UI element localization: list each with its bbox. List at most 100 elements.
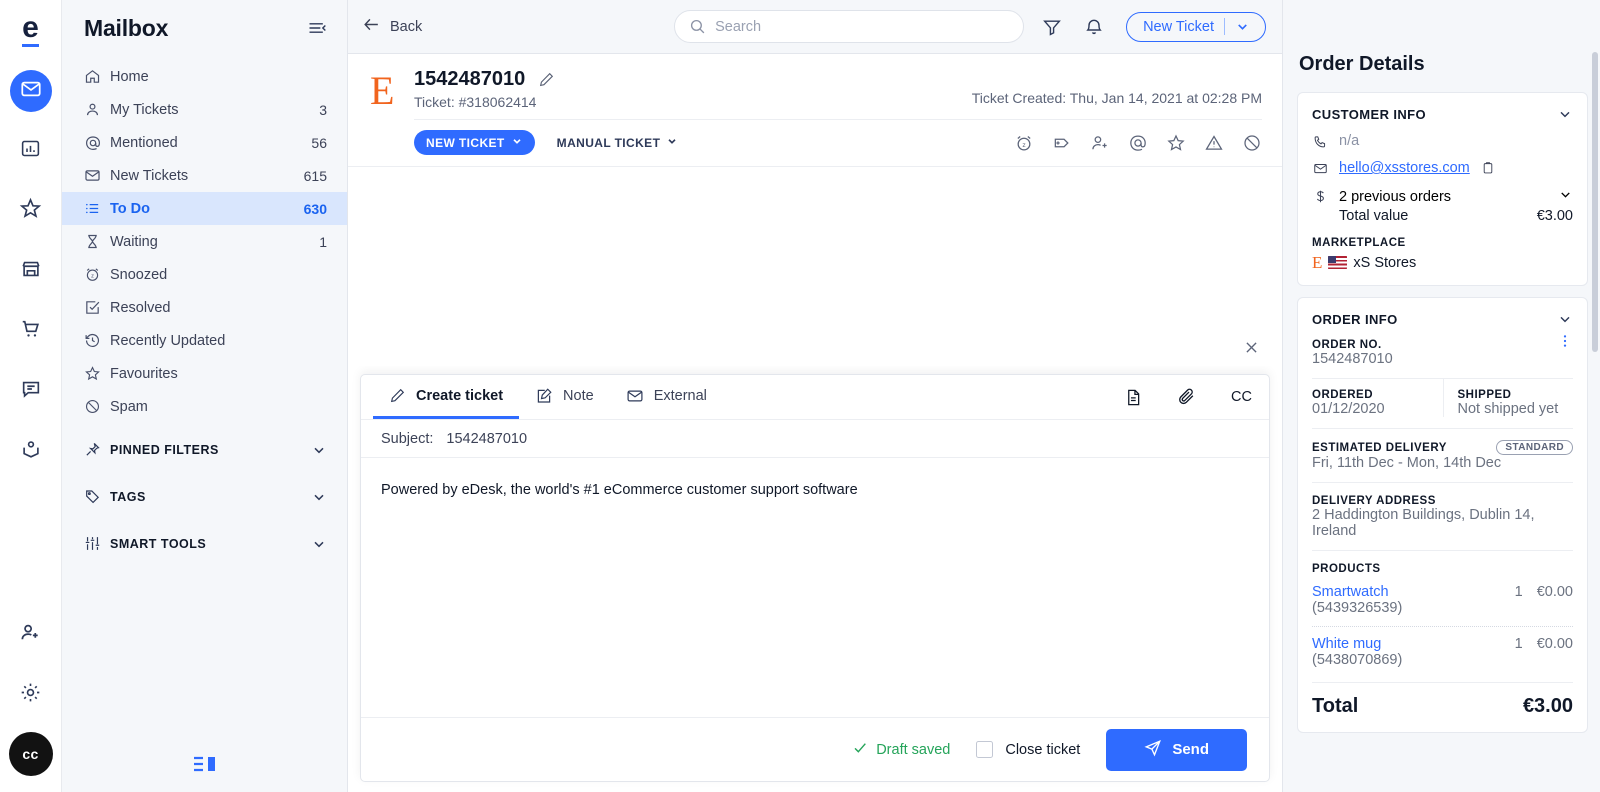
- sidebar-item-snoozed[interactable]: z Snoozed: [62, 258, 347, 291]
- cc-toggle[interactable]: CC: [1214, 375, 1269, 419]
- shipped-label: SHIPPED: [1458, 389, 1574, 401]
- previous-orders-row[interactable]: 2 previous orders: [1312, 187, 1573, 206]
- chevron-down-icon[interactable]: [1557, 106, 1573, 122]
- chevron-down-icon[interactable]: [1235, 19, 1259, 34]
- tag-add-icon[interactable]: [1052, 133, 1072, 153]
- order-total-row: Total €3.00: [1312, 683, 1573, 718]
- favourite-star-icon[interactable]: [1166, 133, 1186, 153]
- sidebar-item-label: Spam: [110, 399, 327, 415]
- sidebar-item-mentioned[interactable]: Mentioned 56: [62, 126, 347, 159]
- sidebar-group-pinned-filters[interactable]: PINNED FILTERS: [62, 429, 347, 470]
- chevron-down-icon[interactable]: [1558, 187, 1573, 206]
- tab-external[interactable]: External: [610, 375, 723, 419]
- sidebar-group-smart-tools[interactable]: SMART TOOLS: [62, 523, 347, 564]
- sidebar-item-resolved[interactable]: Resolved: [62, 291, 347, 324]
- delivery-address-link[interactable]: 2 Haddington Buildings, Dublin 14, Irela…: [1312, 507, 1573, 539]
- customer-phone-row: n/a: [1312, 133, 1573, 149]
- customer-info-header[interactable]: CUSTOMER INFO: [1312, 106, 1573, 122]
- rail-item-livechat[interactable]: [10, 370, 52, 412]
- rail-item-orders[interactable]: [10, 310, 52, 352]
- chevron-down-icon[interactable]: [1557, 311, 1573, 327]
- status-badge[interactable]: NEW TICKET: [414, 130, 535, 155]
- person-icon: [84, 101, 110, 118]
- order-info-header[interactable]: ORDER INFO: [1312, 311, 1573, 327]
- spam-ban-icon[interactable]: [1242, 133, 1262, 153]
- order-options-kebab-icon[interactable]: [1557, 327, 1573, 349]
- rail-item-mailbox[interactable]: [10, 70, 52, 112]
- checkbox-box[interactable]: [976, 741, 993, 758]
- assign-user-icon[interactable]: [1090, 133, 1110, 153]
- product-qty: 1: [1515, 584, 1537, 600]
- marketplace-label: MARKETPLACE: [1312, 237, 1573, 249]
- sidebar-item-new-tickets[interactable]: New Tickets 615: [62, 159, 347, 192]
- note-icon: [535, 387, 553, 405]
- new-ticket-button[interactable]: New Ticket: [1126, 12, 1266, 42]
- close-ticket-checkbox[interactable]: Close ticket: [976, 741, 1080, 758]
- mention-icon[interactable]: [1128, 133, 1148, 153]
- ticket-header-main: 1542487010 Ticket: #318062414: [414, 68, 972, 110]
- order-total-label: Total: [1312, 695, 1358, 718]
- total-value-label: Total value: [1339, 208, 1408, 224]
- collapse-panel-icon[interactable]: [307, 18, 327, 38]
- ticket-conversation-area: [348, 166, 1282, 366]
- sidebar-group-tags[interactable]: TAGS: [62, 476, 347, 517]
- snooze-alarm-icon[interactable]: z: [1014, 133, 1034, 153]
- rail-item-ratings[interactable]: [10, 190, 52, 232]
- rail-item-settings[interactable]: [10, 674, 52, 716]
- tab-note[interactable]: Note: [519, 375, 610, 419]
- product-name-link[interactable]: Smartwatch: [1312, 584, 1515, 600]
- pencil-edit-icon[interactable]: [538, 71, 555, 88]
- search-input[interactable]: [715, 19, 1009, 35]
- pencil-icon: [389, 387, 406, 404]
- sliders-icon: [84, 535, 110, 552]
- search-box[interactable]: [674, 10, 1024, 43]
- avatar[interactable]: cc: [9, 732, 53, 776]
- message-body-editor[interactable]: Powered by eDesk, the world's #1 eCommer…: [361, 458, 1269, 717]
- product-divider: [1312, 626, 1573, 627]
- warning-icon[interactable]: [1204, 133, 1224, 153]
- sidebar-item-recently-updated[interactable]: Recently Updated: [62, 324, 347, 357]
- send-button[interactable]: Send: [1106, 729, 1247, 771]
- order-panel-scrollbar[interactable]: [1592, 52, 1598, 352]
- ticket-type-dropdown[interactable]: MANUAL TICKET: [557, 135, 679, 150]
- sidebar-item-favourites[interactable]: Favourites: [62, 357, 347, 390]
- ordered-label: ORDERED: [1312, 389, 1443, 401]
- filter-icon[interactable]: [1042, 17, 1062, 37]
- order-no-block: ORDER NO. 1542487010: [1312, 327, 1393, 367]
- rail-item-marketplaces[interactable]: [10, 250, 52, 292]
- ticket-header-row: E 1542487010 Ticket: #318062414 Ticket C…: [370, 68, 1262, 110]
- shipped-block: SHIPPED Not shipped yet: [1443, 379, 1574, 417]
- customer-email-link[interactable]: hello@xsstores.com: [1339, 160, 1470, 176]
- sidebar-item-spam[interactable]: Spam: [62, 390, 347, 423]
- star-icon: [19, 197, 42, 225]
- paperclip-icon[interactable]: [1160, 375, 1214, 419]
- template-doc-icon[interactable]: [1107, 375, 1160, 419]
- rail-item-knowledge-base[interactable]: [10, 430, 52, 472]
- back-button[interactable]: Back: [362, 15, 422, 38]
- chat-icon: [20, 378, 42, 405]
- tab-create-ticket[interactable]: Create ticket: [373, 375, 519, 419]
- sidebar-item-count: 3: [319, 102, 327, 118]
- bell-icon[interactable]: [1084, 17, 1104, 37]
- composer-footer: Draft saved Close ticket Send: [361, 717, 1269, 781]
- sidebar-item-home[interactable]: Home: [62, 60, 347, 93]
- mailbox-layout-toggle[interactable]: [62, 754, 347, 774]
- cart-icon: [20, 318, 42, 345]
- svg-text:z: z: [1022, 141, 1025, 148]
- copy-clipboard-icon[interactable]: [1480, 161, 1497, 175]
- edesk-logo-letter: e: [22, 13, 39, 47]
- subject-input[interactable]: 1542487010: [446, 431, 527, 447]
- product-row: White mug 1 €0.00: [1312, 636, 1573, 652]
- shipped-value: Not shipped yet: [1458, 401, 1574, 417]
- close-icon[interactable]: [1243, 339, 1260, 356]
- rail-item-insights[interactable]: [10, 130, 52, 172]
- sidebar-item-to-do[interactable]: To Do 630: [62, 192, 347, 225]
- rail-item-invite[interactable]: [10, 614, 52, 656]
- etsy-logo-icon: E: [1312, 254, 1322, 271]
- sidebar-item-waiting[interactable]: Waiting 1: [62, 225, 347, 258]
- delivery-address-label: DELIVERY ADDRESS: [1312, 495, 1573, 507]
- product-name-link[interactable]: White mug: [1312, 636, 1515, 652]
- sidebar-item-my-tickets[interactable]: My Tickets 3: [62, 93, 347, 126]
- marketplace-row: E xS Stores: [1312, 254, 1573, 271]
- product-price: €0.00: [1537, 636, 1573, 652]
